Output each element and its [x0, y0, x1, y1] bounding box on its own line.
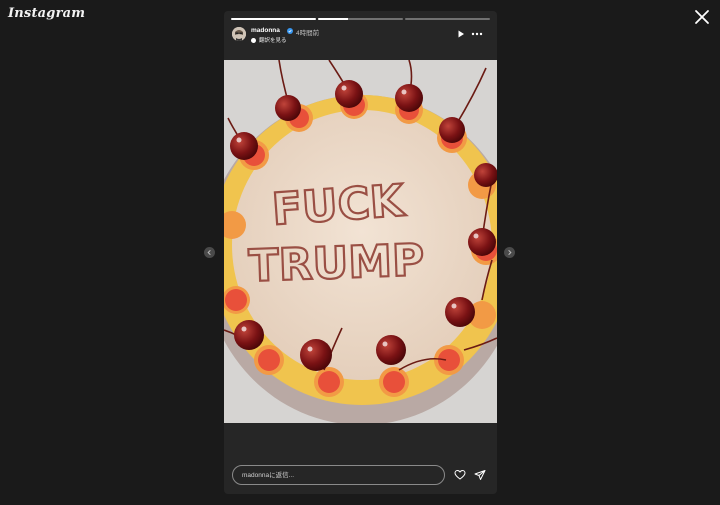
avatar[interactable] [232, 27, 246, 41]
chevron-left-icon [207, 249, 211, 256]
next-story-button[interactable] [504, 247, 515, 258]
chevron-right-icon [508, 249, 512, 256]
story-header: madonna 4時間前 翻訳を見る [232, 27, 489, 49]
play-icon[interactable] [457, 30, 465, 38]
svg-text:TRUMP: TRUMP [248, 235, 425, 292]
more-icon[interactable] [471, 30, 483, 38]
story-progress-bar [231, 18, 490, 20]
svg-text:FUCK: FUCK [270, 175, 407, 235]
story-image[interactable]: FUCK TRUMP [224, 60, 497, 423]
post-time: 4時間前 [296, 30, 320, 37]
progress-segment [405, 18, 490, 20]
close-icon[interactable] [694, 9, 710, 25]
reply-input[interactable] [232, 465, 445, 485]
verified-badge-icon [287, 27, 293, 34]
send-icon[interactable] [474, 469, 486, 481]
progress-segment [231, 18, 316, 20]
progress-segment [318, 18, 403, 20]
translate-icon [251, 37, 256, 43]
heart-icon[interactable] [454, 469, 466, 481]
username[interactable]: madonna [251, 27, 280, 34]
instagram-logo[interactable]: Instagram [8, 6, 85, 21]
previous-story-button[interactable] [204, 247, 215, 258]
cake-photo: FUCK TRUMP [224, 60, 497, 423]
reply-bar [232, 465, 489, 487]
see-translation-link[interactable]: 翻訳を見る [251, 36, 287, 44]
see-translation-label: 翻訳を見る [259, 38, 287, 44]
story-viewer: madonna 4時間前 翻訳を見る FUCK TRUMP madonnaに返信… [224, 11, 497, 494]
